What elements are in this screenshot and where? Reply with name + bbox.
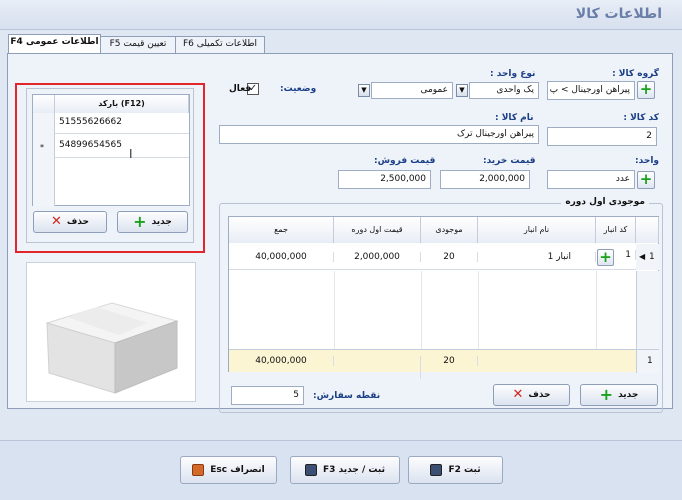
row-selector-icon: ◀ [639,252,646,261]
cancel-label: انصراف Esc [210,465,265,475]
sale-price-field[interactable]: 2,500,000 [338,170,431,189]
product-code-label: کد کالا : [623,113,659,123]
save-new-button[interactable]: ثبت / جدید F3 [290,456,400,484]
product-group-field[interactable]: پیراهن اورجینال > پ [547,81,635,100]
exit-door-icon [192,464,205,476]
row-warehouse-name: انبار 1 [478,252,596,262]
save-new-disk-icon [305,464,318,476]
add-product-group-button[interactable]: + [637,81,655,99]
col-warehouse-code[interactable]: کد انبار [596,217,636,243]
col-total[interactable]: جمع [229,217,334,243]
row-quantity: 20 [421,252,478,262]
save-label: ثبت F2 [448,465,481,475]
stock-grid: جمع قیمت اول دوره موجودی نام انبار کد ان… [228,216,659,379]
product-code-field[interactable]: 2 [547,127,657,146]
purchase-price-field[interactable]: 2,000,000 [440,170,530,189]
delete-x-icon: ✕ [512,387,524,402]
unit-type-value: یک واحدی [496,85,534,95]
unit-type-select[interactable]: یک واحدی [469,82,539,99]
product-image[interactable] [26,262,196,402]
unit-field[interactable]: عدد [547,170,635,189]
status-label: وضعیت: [280,84,317,94]
product-name-label: نام کالا : [495,113,534,123]
unit-type-label: نوع واحد : [490,69,536,79]
purchase-price-label: قیمت خرید: [483,156,536,166]
unit-label: واحد: [635,156,659,166]
add-warehouse-button[interactable]: + [597,249,614,266]
sale-price-label: قیمت فروش: [374,156,436,166]
product-name-field[interactable]: پیراهن اورجینال ترک [219,125,539,144]
row-opening-price: 2,000,000 [334,252,421,262]
summary-total: 40,000,000 [229,356,334,366]
tab-additional-info[interactable]: اطلاعات تکمیلی F6 [175,36,265,53]
highlight-box [15,83,205,253]
col-row-header [636,217,659,243]
add-unit-button[interactable]: + [637,171,655,189]
stock-delete-label: حذف [528,390,551,400]
reorder-point-field[interactable]: 5 [231,386,304,405]
col-opening-price[interactable]: قیمت اول دوره [334,217,421,243]
unit-general-select[interactable]: عمومی [371,82,453,99]
col-quantity[interactable]: موجودی [421,217,478,243]
cancel-button[interactable]: انصراف Esc [180,456,277,484]
summary-row: 40,000,000 20 1 [229,349,659,379]
save-disk-icon [430,464,443,476]
unit-general-value: عمومی [420,85,448,95]
summary-index: 1 [647,356,653,366]
row-total: 40,000,000 [229,252,334,262]
save-new-label: ثبت / جدید F3 [323,465,385,475]
reorder-point-label: نقطه سفارش: [313,391,381,401]
stock-new-button[interactable]: جدید + [580,384,658,406]
stock-group-title: موجودی اول دوره [561,197,649,207]
col-warehouse-name[interactable]: نام انبار [478,217,596,243]
product-group-label: گروه کالا : [612,69,659,79]
status-checkbox-label: فعال [229,84,252,94]
save-button[interactable]: ثبت F2 [408,456,503,484]
unit-type-dropdown-arrow[interactable]: ▼ [456,84,468,97]
stock-delete-button[interactable]: حذف ✕ [493,384,570,406]
tab-general-info[interactable]: اطلاعات عمومی F4 [8,34,101,54]
row-index: 1 [649,252,655,262]
summary-quantity: 20 [421,356,478,366]
tab-pricing[interactable]: تعیین قیمت F5 [100,36,176,53]
stock-new-label: جدید [618,390,639,400]
table-row[interactable]: 40,000,000 2,000,000 20 انبار 1 1 ◀ 1 [229,244,659,270]
unit-general-dropdown-arrow[interactable]: ▼ [358,84,370,97]
box-image [45,302,179,394]
plus-icon: + [599,385,614,404]
window-title: اطلاعات کالا [575,6,662,22]
